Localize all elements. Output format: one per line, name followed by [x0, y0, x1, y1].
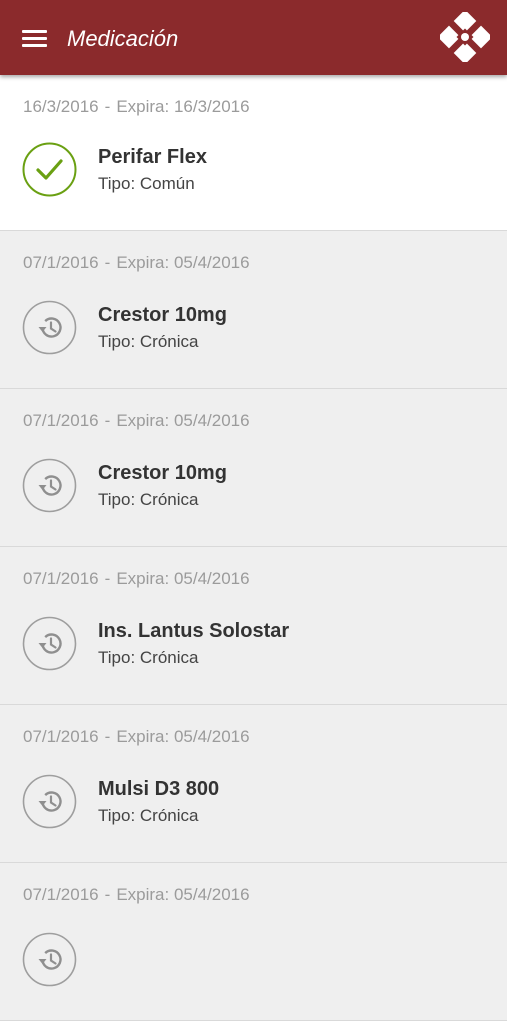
medication-type: Tipo: Crónica	[98, 648, 199, 667]
history-icon	[22, 458, 77, 513]
date-range: 07/1/2016- Expira: 05/4/2016	[23, 569, 250, 589]
date-range: 07/1/2016- Expira: 05/4/2016	[23, 253, 250, 273]
medication-type: Tipo: Crónica	[98, 490, 199, 509]
list-item[interactable]: 16/3/2016- Expira: 16/3/2016 Perifar Flex T…	[0, 75, 507, 231]
medication-name: Crestor 10mg	[98, 462, 227, 484]
expiry-date: Expira: 05/4/2016	[116, 253, 250, 272]
history-icon	[22, 616, 77, 671]
check-circle-icon	[22, 142, 77, 197]
start-date: 07/1/2016	[23, 569, 99, 588]
medication-type: Tipo: Común	[98, 174, 195, 193]
medication-name: Mulsi D3 800	[98, 778, 220, 800]
app-bar: Medicación	[0, 0, 507, 75]
date-separator: -	[104, 885, 111, 904]
list-item[interactable]: 07/1/2016- Expira: 05/4/2016 Crestor 10mg T…	[0, 231, 507, 389]
date-range: 07/1/2016- Expira: 05/4/2016	[23, 411, 250, 431]
expiry-date: Expira: 05/4/2016	[116, 727, 250, 746]
expiry-date: Expira: 05/4/2016	[116, 885, 250, 904]
list-item[interactable]: 07/1/2016- Expira: 05/4/2016 Mulsi D3 800 T…	[0, 705, 507, 863]
date-separator: -	[104, 253, 111, 272]
medication-list: 16/3/2016- Expira: 16/3/2016 Perifar Flex T…	[0, 75, 507, 1021]
expiry-date: Expira: 16/3/2016	[116, 97, 250, 116]
medication-type: Tipo: Crónica	[98, 806, 199, 825]
diamond-logo-icon[interactable]	[437, 9, 493, 65]
date-range: 16/3/2016- Expira: 16/3/2016	[23, 97, 250, 117]
history-icon	[22, 300, 77, 355]
expiry-date: Expira: 05/4/2016	[116, 411, 250, 430]
page-title: Medicación	[67, 26, 179, 51]
medication-name: Crestor 10mg	[98, 304, 227, 326]
start-date: 16/3/2016	[23, 97, 99, 116]
date-separator: -	[104, 569, 111, 588]
hamburger-menu-icon[interactable]	[22, 28, 48, 48]
date-separator: -	[104, 727, 111, 746]
history-icon	[22, 774, 77, 829]
date-range: 07/1/2016- Expira: 05/4/2016	[23, 727, 250, 747]
date-separator: -	[104, 97, 111, 116]
date-separator: -	[104, 411, 111, 430]
medication-name: Perifar Flex	[98, 146, 207, 168]
list-item[interactable]: 07/1/2016- Expira: 05/4/2016 Crestor 10mg T…	[0, 389, 507, 547]
start-date: 07/1/2016	[23, 727, 99, 746]
history-icon	[22, 932, 77, 987]
list-item[interactable]: 07/1/2016- Expira: 05/4/2016 Ins. Lantus S…	[0, 547, 507, 705]
date-range: 07/1/2016- Expira: 05/4/2016	[23, 885, 250, 905]
medication-type: Tipo: Crónica	[98, 332, 199, 351]
start-date: 07/1/2016	[23, 253, 99, 272]
start-date: 07/1/2016	[23, 885, 99, 904]
medication-name: Ins. Lantus Solostar	[98, 620, 290, 642]
expiry-date: Expira: 05/4/2016	[116, 569, 250, 588]
start-date: 07/1/2016	[23, 411, 99, 430]
list-item[interactable]: 07/1/2016- Expira: 05/4/2016	[0, 863, 507, 1021]
